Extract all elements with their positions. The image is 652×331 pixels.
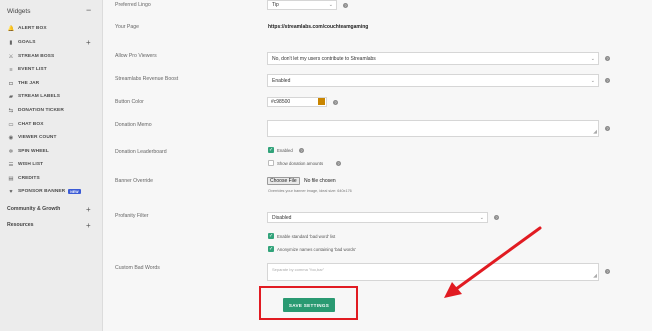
- annotation-arrow: [444, 226, 542, 298]
